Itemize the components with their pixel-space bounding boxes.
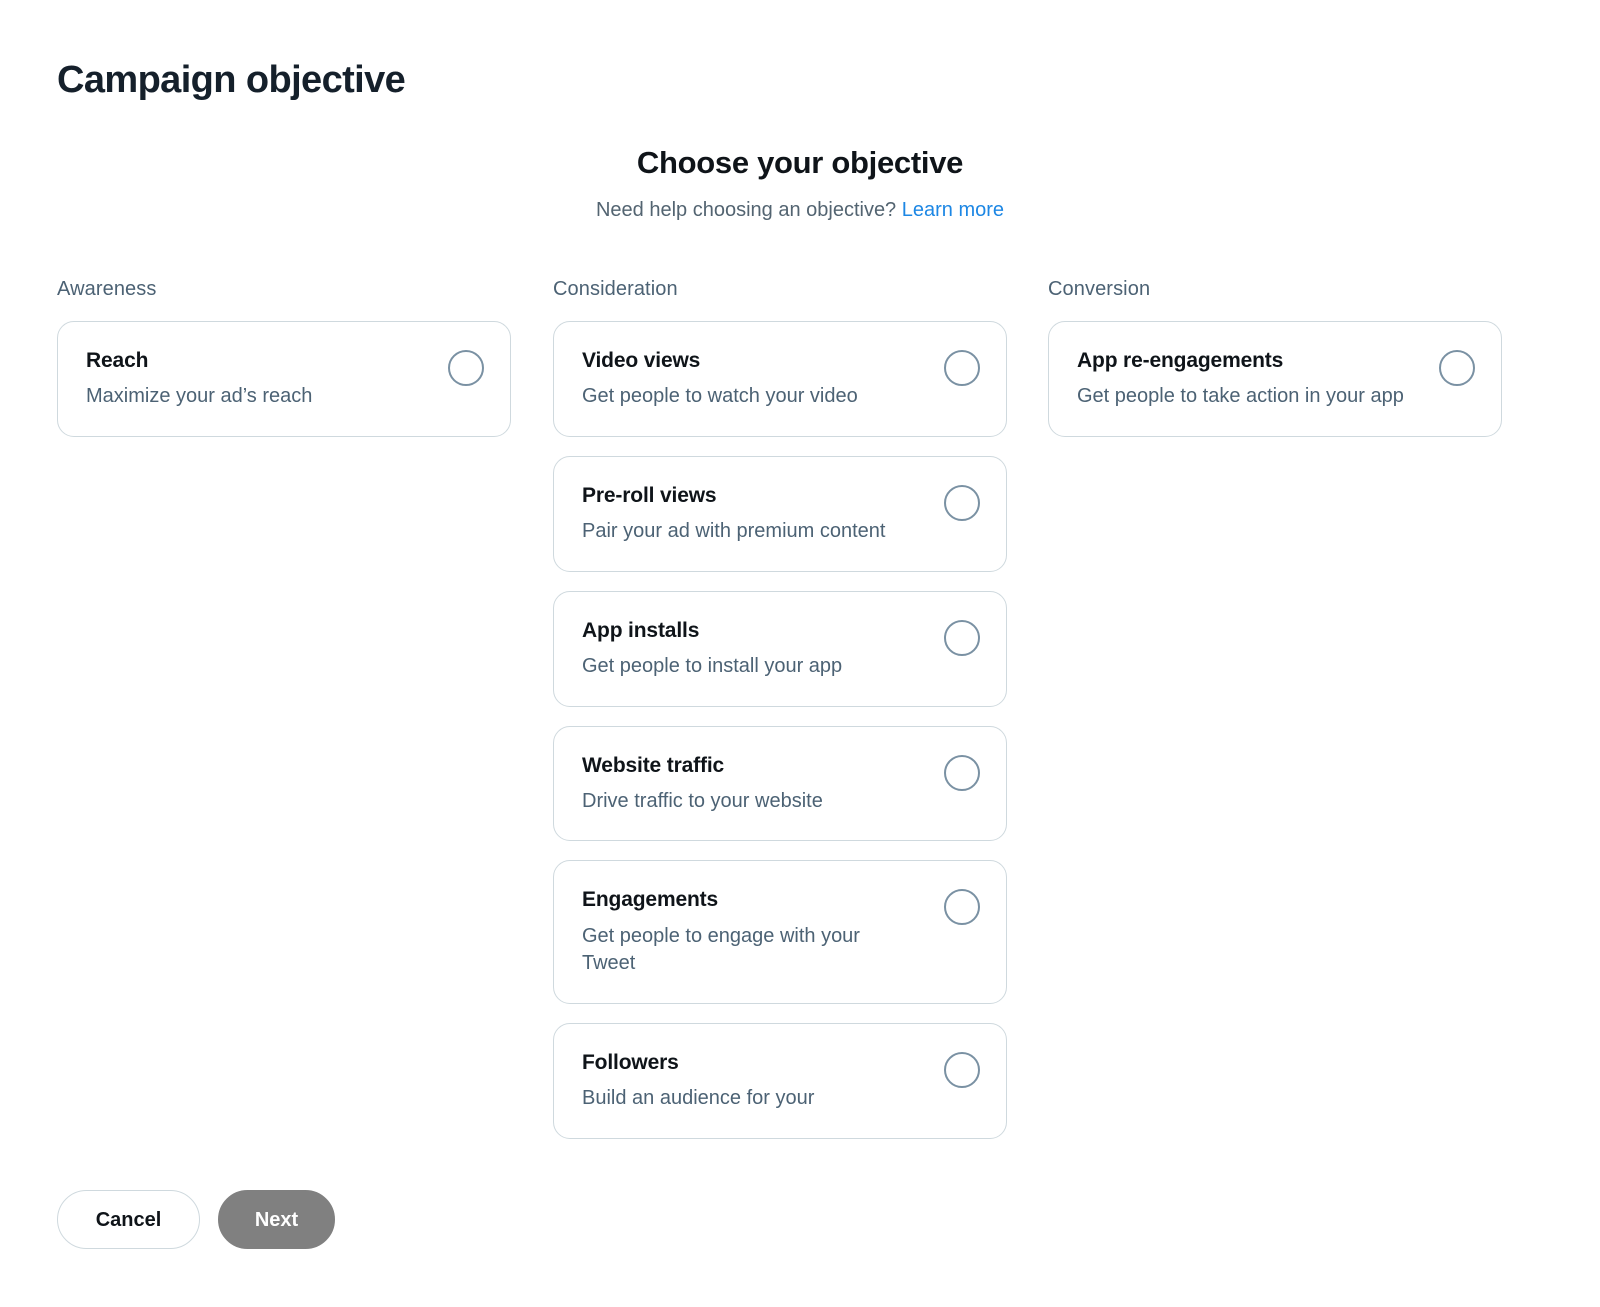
- objective-name: App re-engagements: [1077, 349, 1284, 372]
- objective-card-engagements[interactable]: Engagements Get people to engage with yo…: [553, 860, 1007, 1004]
- subtitle-text: Need help choosing an objective?: [595, 198, 897, 221]
- objective-card-text: Engagements Get people to engage with yo…: [582, 887, 978, 977]
- page-title: Campaign objective: [57, 59, 406, 101]
- objective-description: Build an audience for your: [582, 1087, 815, 1110]
- objective-card-reach[interactable]: Reach Maximize your ad’s reach: [57, 321, 511, 437]
- objective-description: Drive traffic to your website: [582, 789, 823, 812]
- column-label-consideration: Consideration: [553, 278, 678, 300]
- objective-description: Get people to watch your video: [582, 385, 858, 408]
- next-button[interactable]: Next: [218, 1190, 335, 1249]
- column-label-awareness: Awareness: [57, 278, 157, 300]
- objective-name: App installs: [582, 618, 700, 642]
- objective-card-text: App installs Get people to install your …: [582, 618, 978, 681]
- objective-card-text: Video views Get people to watch your vid…: [582, 348, 978, 411]
- learn-more-link[interactable]: Learn more: [902, 199, 1004, 221]
- objective-name: Video views: [582, 349, 701, 372]
- objective-description: Get people to install your app: [582, 654, 843, 677]
- radio-button-website-traffic[interactable]: [944, 754, 980, 791]
- objective-card-followers[interactable]: Followers Build an audience for your: [553, 1022, 1007, 1139]
- radio-button-app-re-engagements[interactable]: [1439, 350, 1475, 386]
- objective-column-awareness: Awareness Reach Maximize your ad’s reach: [57, 276, 511, 456]
- cancel-button[interactable]: Cancel: [57, 1190, 200, 1249]
- objective-description: Pair your ad with premium content: [582, 520, 886, 543]
- objective-card-text: Website traffic Drive traffic to your we…: [582, 753, 978, 816]
- objective-card-text: Followers Build an audience for your: [582, 1050, 978, 1113]
- objective-name: Reach: [86, 349, 149, 372]
- objective-description: Get people to take action in your app: [1077, 385, 1404, 408]
- heading-block: Choose your objective Need help choosing…: [0, 144, 1600, 223]
- objective-name: Pre-roll views: [582, 483, 717, 507]
- radio-button-app-installs[interactable]: [944, 619, 980, 656]
- radio-button-pre-roll-views[interactable]: [944, 484, 980, 521]
- radio-button-followers[interactable]: [944, 1051, 980, 1088]
- objective-card-text: App re-engagements Get people to take ac…: [1077, 348, 1473, 411]
- footer-actions: Cancel Next: [57, 1190, 335, 1249]
- objective-name: Engagements: [582, 888, 719, 912]
- objective-card-app-installs[interactable]: App installs Get people to install your …: [553, 590, 1007, 707]
- objective-card-website-traffic[interactable]: Website traffic Drive traffic to your we…: [553, 725, 1007, 842]
- objective-card-app-re-engagements[interactable]: App re-engagements Get people to take ac…: [1048, 321, 1502, 437]
- objective-column-conversion: Conversion App re-engagements Get people…: [1048, 276, 1502, 456]
- choose-objective-subtitle: Need help choosing an objective? Learn m…: [0, 197, 1600, 223]
- objective-card-pre-roll-views[interactable]: Pre-roll views Pair your ad with premium…: [553, 455, 1007, 572]
- objective-description: Get people to engage with your Tweet: [582, 924, 860, 975]
- objective-description: Maximize your ad’s reach: [86, 385, 313, 408]
- radio-button-video-views[interactable]: [944, 350, 980, 386]
- objective-card-video-views[interactable]: Video views Get people to watch your vid…: [553, 321, 1007, 437]
- objective-columns: Awareness Reach Maximize your ad’s reach…: [0, 276, 1600, 1170]
- objective-name: Website traffic: [582, 753, 725, 777]
- objective-card-text: Pre-roll views Pair your ad with premium…: [582, 483, 978, 546]
- objective-name: Followers: [582, 1050, 679, 1074]
- objective-column-consideration: Consideration Video views Get people to …: [553, 276, 1007, 1158]
- column-label-conversion: Conversion: [1048, 278, 1151, 300]
- objective-card-text: Reach Maximize your ad’s reach: [86, 348, 482, 411]
- choose-objective-heading: Choose your objective: [636, 145, 964, 180]
- radio-button-reach[interactable]: [448, 350, 484, 386]
- campaign-objective-page: Campaign objective Choose your objective…: [0, 0, 1600, 1307]
